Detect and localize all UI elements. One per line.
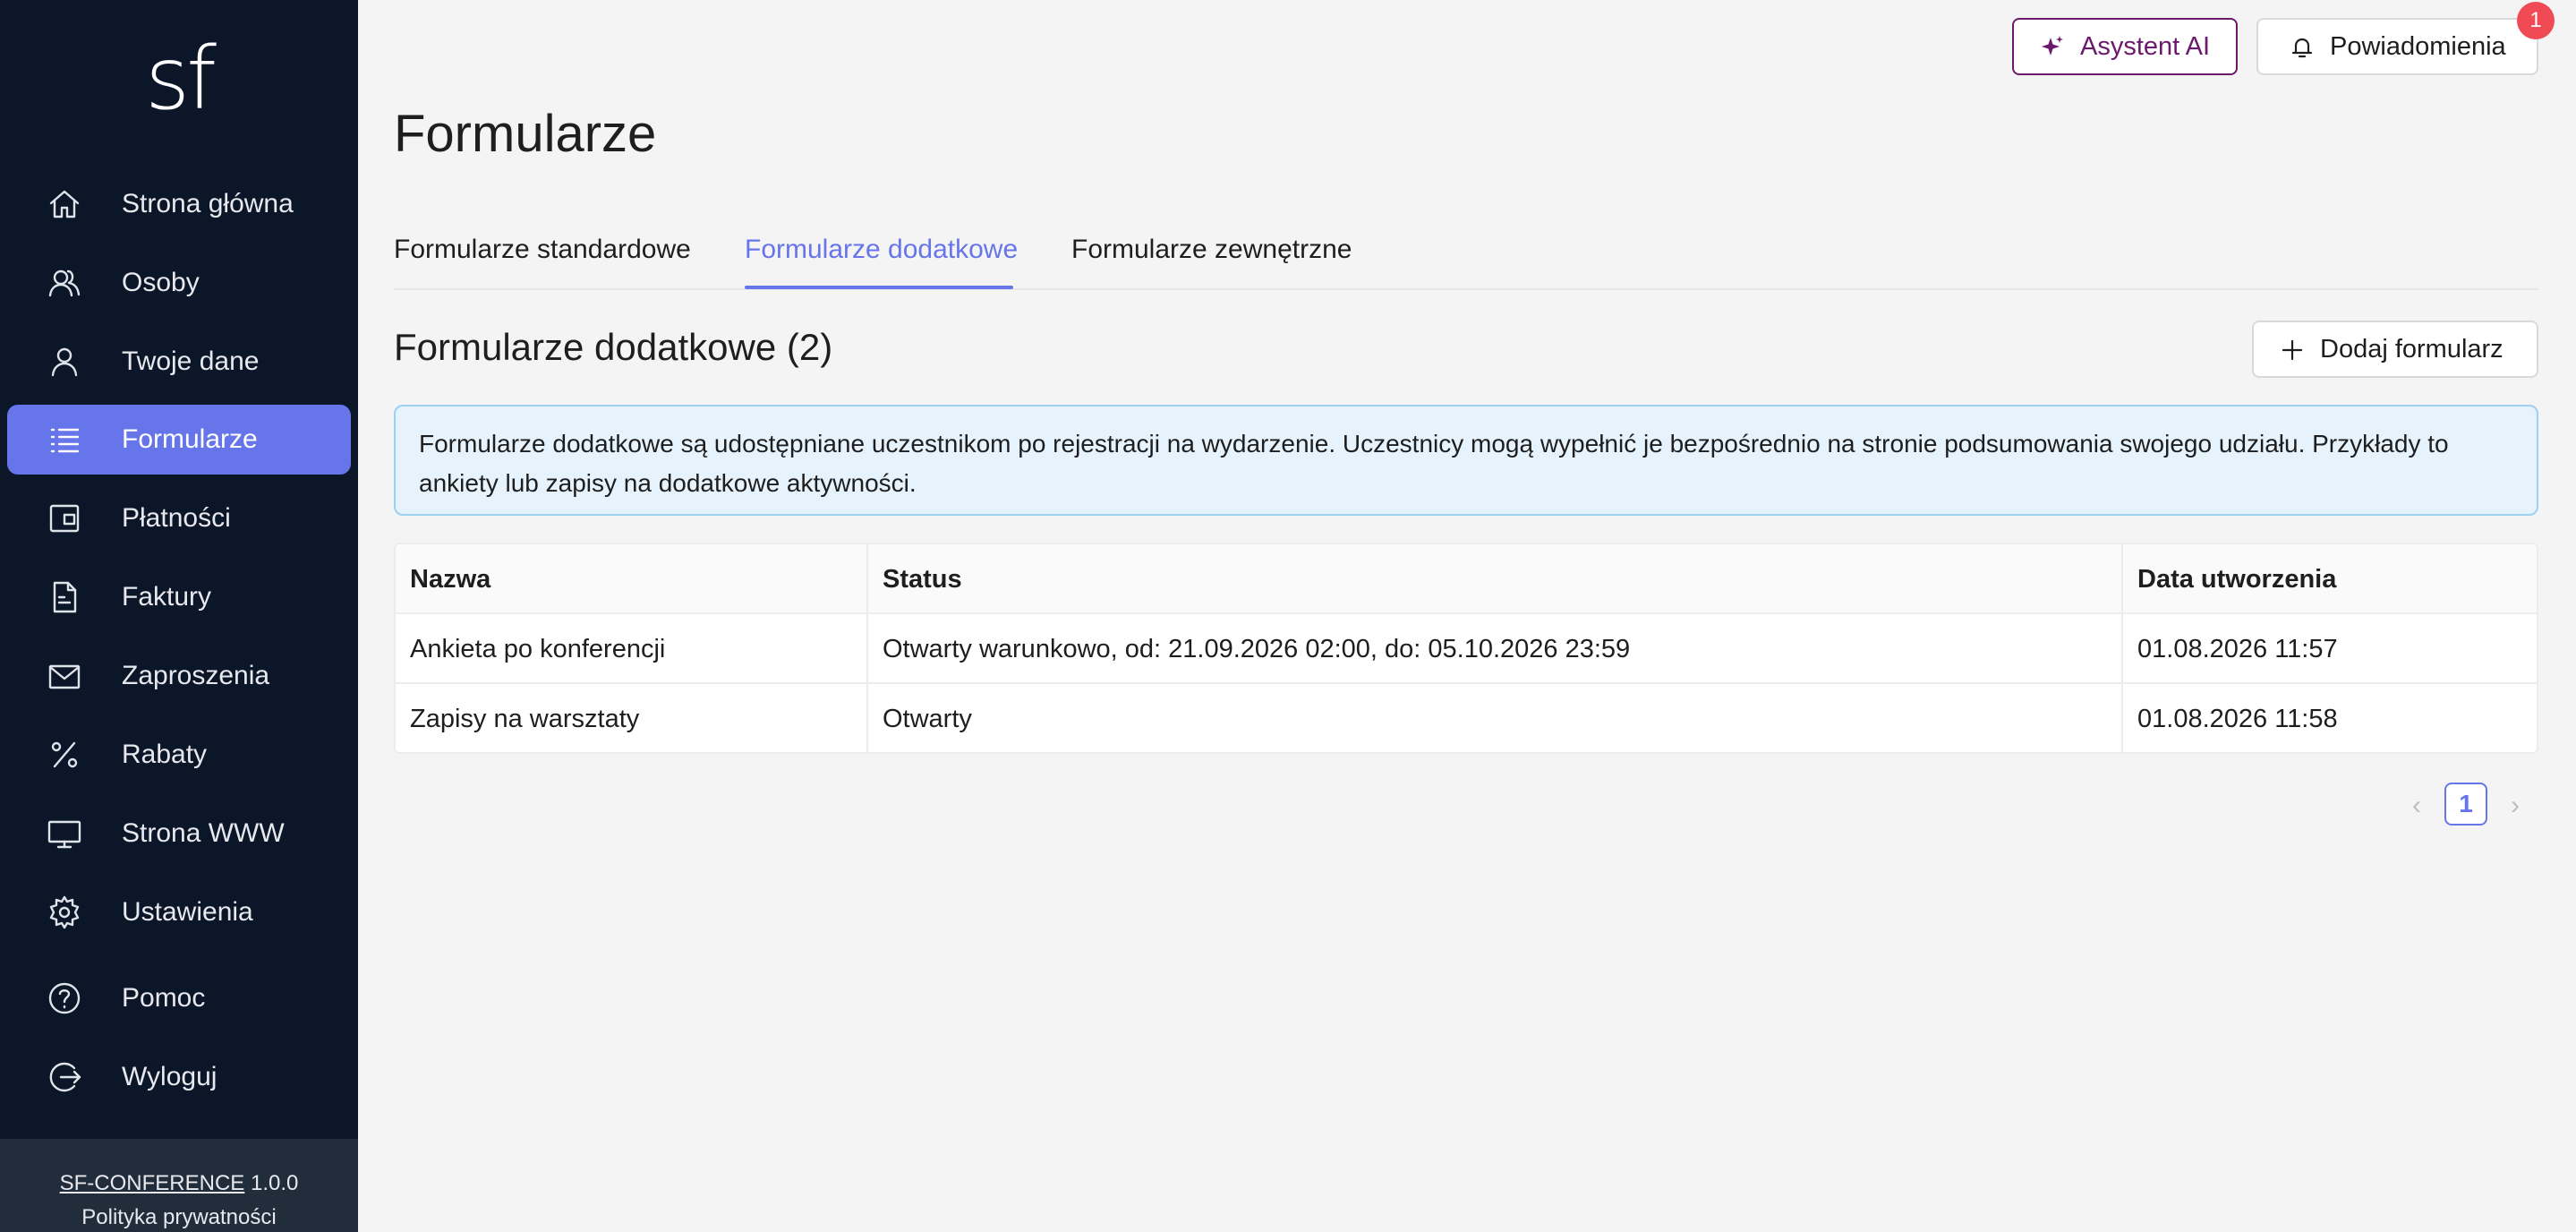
user-icon bbox=[47, 344, 82, 380]
sidebar-item-label: Zaproszenia bbox=[122, 661, 270, 690]
cell-status: Otwarty warunkowo, od: 21.09.2026 02:00,… bbox=[868, 614, 2123, 684]
home-icon bbox=[47, 186, 82, 222]
pagination-page-button[interactable]: 1 bbox=[2444, 783, 2487, 826]
sidebar: sf Strona główna Osoby Twoje dane Formul… bbox=[0, 0, 358, 1232]
version: 1.0.0 bbox=[250, 1171, 299, 1195]
cell-created: 01.08.2026 11:57 bbox=[2137, 635, 2338, 663]
document-icon bbox=[47, 579, 82, 615]
sidebar-item-label: Strona WWW bbox=[122, 818, 285, 848]
monitor-icon bbox=[47, 816, 82, 851]
sparkle-icon bbox=[2039, 34, 2066, 61]
sidebar-item-forms[interactable]: Formularze bbox=[7, 405, 351, 475]
forms-table: Nazwa Status Data utworzenia Ankieta po … bbox=[394, 543, 2538, 754]
tabs-divider bbox=[394, 288, 2538, 290]
sidebar-item-label: Strona główna bbox=[122, 189, 294, 218]
column-header-name[interactable]: Nazwa bbox=[396, 544, 868, 614]
sidebar-item-logout[interactable]: Wyloguj bbox=[7, 1042, 351, 1112]
version-line: SF-CONFERENCE 1.0.0 bbox=[0, 1171, 358, 1196]
column-header-created[interactable]: Data utworzenia bbox=[2123, 544, 2537, 614]
sidebar-item-label: Osoby bbox=[122, 268, 200, 297]
notifications-label: Powiadomienia bbox=[2330, 32, 2506, 61]
wallet-icon bbox=[47, 500, 82, 536]
table-row[interactable]: Ankieta po konferencji Otwarty warunkowo… bbox=[396, 614, 2537, 684]
cell-created: 01.08.2026 11:58 bbox=[2137, 705, 2338, 733]
add-form-button[interactable]: Dodaj formularz bbox=[2252, 321, 2538, 378]
privacy-link[interactable]: Polityka prywatności bbox=[0, 1205, 358, 1230]
sidebar-item-label: Pomoc bbox=[122, 983, 206, 1013]
sidebar-item-home[interactable]: Strona główna bbox=[7, 169, 351, 239]
sidebar-item-label: Płatności bbox=[122, 503, 231, 533]
sidebar-footer: SF-CONFERENCE 1.0.0 Polityka prywatności bbox=[0, 1139, 358, 1232]
percent-icon bbox=[47, 737, 82, 773]
pagination-prev-button[interactable]: ‹ bbox=[2399, 788, 2435, 824]
sidebar-item-payments[interactable]: Płatności bbox=[7, 483, 351, 553]
sidebar-item-help[interactable]: Pomoc bbox=[7, 963, 351, 1033]
add-form-label: Dodaj formularz bbox=[2320, 335, 2503, 364]
sidebar-item-people[interactable]: Osoby bbox=[7, 248, 351, 318]
pagination-next-button[interactable]: › bbox=[2497, 788, 2533, 824]
bell-icon bbox=[2289, 34, 2316, 61]
sidebar-item-label: Ustawienia bbox=[122, 897, 253, 927]
sidebar-item-settings[interactable]: Ustawienia bbox=[7, 877, 351, 947]
notifications-button[interactable]: Powiadomienia bbox=[2256, 18, 2538, 75]
mail-icon bbox=[47, 658, 82, 694]
section-title: Formularze dodatkowe (2) bbox=[394, 326, 833, 368]
sidebar-item-invitations[interactable]: Zaproszenia bbox=[7, 641, 351, 711]
logo: sf bbox=[145, 29, 217, 129]
cell-status: Otwarty bbox=[868, 684, 2123, 752]
ai-assistant-button[interactable]: Asystent AI bbox=[2012, 18, 2238, 75]
sidebar-item-label: Formularze bbox=[122, 424, 258, 454]
cell-name: Ankieta po konferencji bbox=[396, 614, 868, 684]
sidebar-item-your-data[interactable]: Twoje dane bbox=[7, 327, 351, 397]
page-title: Formularze bbox=[394, 105, 657, 163]
tab-additional-forms[interactable]: Formularze dodatkowe bbox=[745, 229, 1018, 270]
list-icon bbox=[47, 422, 82, 458]
info-alert: Formularze dodatkowe są udostępniane ucz… bbox=[394, 405, 2538, 516]
sidebar-item-invoices[interactable]: Faktury bbox=[7, 562, 351, 632]
notifications-badge: 1 bbox=[2517, 2, 2555, 39]
sidebar-item-label: Twoje dane bbox=[122, 346, 260, 376]
column-header-status[interactable]: Status bbox=[868, 544, 2123, 614]
active-tab-indicator bbox=[745, 286, 1013, 289]
sidebar-item-discounts[interactable]: Rabaty bbox=[7, 720, 351, 790]
plus-icon bbox=[2279, 337, 2306, 364]
logout-icon bbox=[47, 1059, 82, 1095]
sidebar-item-website[interactable]: Strona WWW bbox=[7, 799, 351, 868]
tab-standard-forms[interactable]: Formularze standardowe bbox=[394, 229, 691, 270]
sidebar-item-label: Faktury bbox=[122, 582, 212, 612]
product-link[interactable]: SF-CONFERENCE bbox=[60, 1171, 245, 1195]
cell-name: Zapisy na warsztaty bbox=[396, 684, 868, 752]
sidebar-item-label: Rabaty bbox=[122, 740, 208, 769]
people-icon bbox=[47, 265, 82, 301]
sidebar-item-label: Wyloguj bbox=[122, 1062, 218, 1091]
tab-external-forms[interactable]: Formularze zewnętrzne bbox=[1071, 229, 1352, 270]
gear-icon bbox=[47, 894, 82, 930]
help-icon bbox=[47, 980, 82, 1016]
table-header-row: Nazwa Status Data utworzenia bbox=[396, 544, 2537, 614]
table-row[interactable]: Zapisy na warsztaty Otwarty 01.08.2026 1… bbox=[396, 684, 2537, 752]
ai-assistant-label: Asystent AI bbox=[2080, 32, 2211, 61]
